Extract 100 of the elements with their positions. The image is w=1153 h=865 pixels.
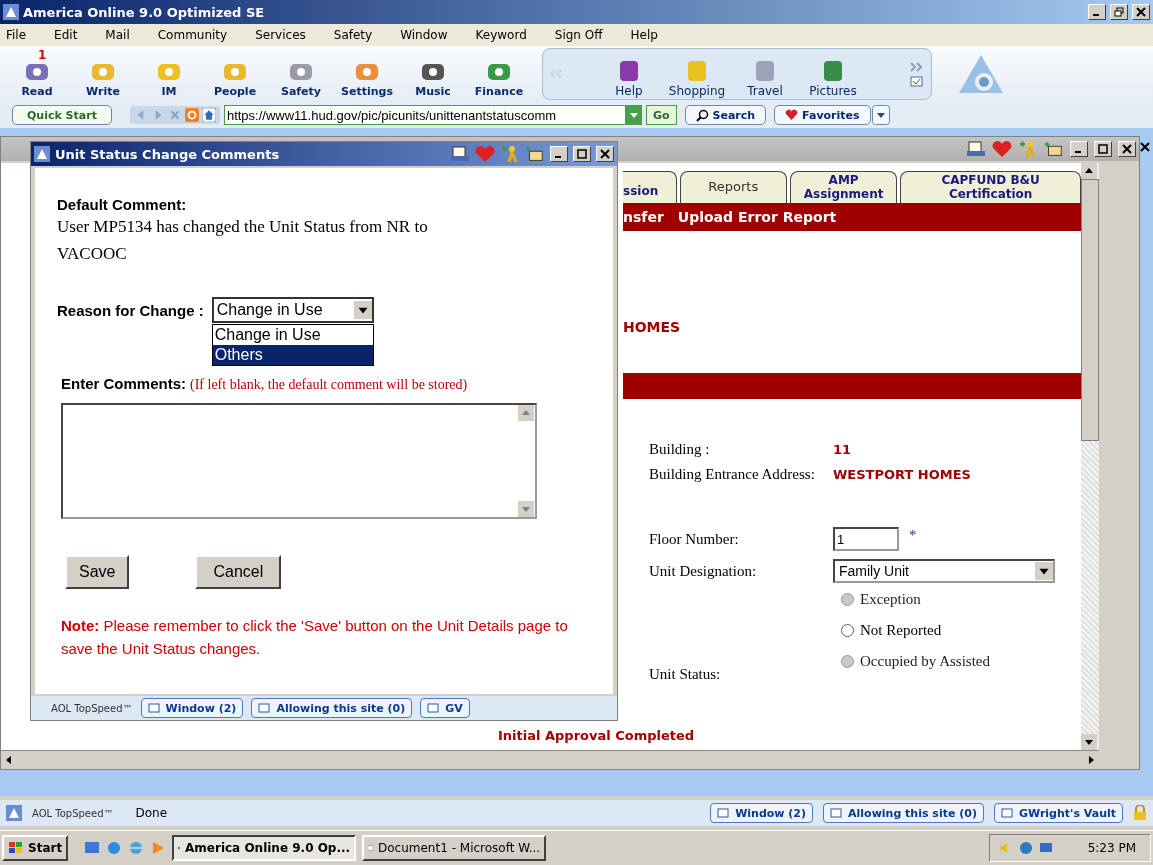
menu-item[interactable]: Safety xyxy=(331,26,385,44)
scroll-up-icon[interactable] xyxy=(1081,163,1097,179)
field-label: Unit Status: xyxy=(649,666,722,683)
restore-button[interactable] xyxy=(1110,4,1128,20)
field-label: Building : xyxy=(649,441,711,458)
add-note-icon[interactable] xyxy=(1044,140,1064,158)
comments-label: Enter Comments: xyxy=(61,375,187,393)
menu-item[interactable]: Edit xyxy=(52,26,90,44)
window-icon xyxy=(717,807,730,819)
toolbar-button[interactable]: Write xyxy=(70,48,136,100)
minimize-icon xyxy=(1093,14,1099,16)
required-mark: * xyxy=(909,527,917,544)
minimize-button[interactable] xyxy=(1088,4,1106,20)
close-icon[interactable] xyxy=(1139,141,1151,153)
dialog-title: Unit Status Change Comments xyxy=(55,146,280,162)
taskbar-button[interactable]: America Online 9.0 Op... xyxy=(172,835,357,861)
minimize-button[interactable] xyxy=(1070,141,1088,157)
clock: 5:23 PM xyxy=(1087,841,1136,855)
toolbar-button[interactable]: Travel xyxy=(733,48,797,100)
cancel-button[interactable]: Cancel xyxy=(195,555,282,590)
menu-item[interactable]: Community xyxy=(155,26,240,44)
menu-item[interactable]: Sign Off xyxy=(552,26,615,44)
menu-item[interactable]: Services xyxy=(253,26,318,44)
minimize-icon xyxy=(1075,151,1081,153)
close-button[interactable] xyxy=(1118,141,1136,157)
radio-option[interactable]: Not Reported xyxy=(841,622,990,639)
heart-icon xyxy=(785,109,799,121)
status-bar-button[interactable]: Allowing this site (0) xyxy=(251,698,413,718)
toolbar-button[interactable]: Help xyxy=(597,48,661,100)
tab[interactable]: ssion xyxy=(623,171,677,203)
vertical-scrollbar[interactable] xyxy=(1081,163,1099,750)
menu-item[interactable]: Mail xyxy=(103,26,142,44)
status-bar-button[interactable]: Window (2) xyxy=(140,698,244,718)
add-buddy-icon[interactable] xyxy=(1018,140,1038,158)
search-button[interactable]: Search xyxy=(684,105,767,125)
submenu-link[interactable]: nsfer xyxy=(623,209,664,225)
unit-designation-dropdown[interactable]: Family Unit xyxy=(833,559,1055,583)
taskbar-button[interactable]: Document1 - Microsoft W... xyxy=(362,835,547,861)
topspeed-label: AOL TopSpeed™ xyxy=(32,807,114,819)
field-label: Building Entrance Address: xyxy=(649,466,816,483)
maximize-button[interactable] xyxy=(1094,141,1112,157)
close-button[interactable] xyxy=(596,146,614,162)
scroll-down-icon[interactable] xyxy=(1081,734,1097,750)
status-bar-button[interactable]: Allowing this site (0) xyxy=(823,803,984,823)
printer-icon[interactable] xyxy=(450,145,470,163)
page-heading: HOMES xyxy=(623,319,682,337)
desktop-icon[interactable] xyxy=(84,840,101,856)
status-bar-button[interactable]: GV xyxy=(420,698,470,718)
scrollbar-thumb[interactable] xyxy=(1081,179,1099,441)
close-button[interactable] xyxy=(1132,4,1150,20)
note-text: Note: Please remember to click the 'Save' button on the Unit Details page to save the Unit Status changes. xyxy=(60,616,569,659)
heart-icon[interactable] xyxy=(992,140,1012,158)
dropdown-option[interactable]: Others xyxy=(212,345,373,366)
quick-start-button[interactable]: Quick Start xyxy=(12,105,112,125)
dropdown-option[interactable]: Change in Use xyxy=(212,325,373,346)
favorites-button[interactable]: Favorites xyxy=(774,105,871,125)
chevron-right-icon[interactable] xyxy=(909,60,925,88)
menu-item[interactable]: Help xyxy=(628,26,670,44)
toolbar-button[interactable]: Finance xyxy=(466,48,532,100)
start-button[interactable]: Start xyxy=(2,835,69,861)
status-bar-button[interactable]: GWright's Vault xyxy=(993,803,1123,823)
reason-dropdown[interactable]: Change in Use xyxy=(211,297,374,324)
default-comment-text: User MP5134 has changed the Unit Status from NR to VACOOC xyxy=(57,216,429,266)
submenu-link[interactable]: Upload Error Report xyxy=(677,209,837,225)
status-bar-button[interactable]: Window (2) xyxy=(710,803,814,823)
add-buddy-icon[interactable] xyxy=(500,145,520,163)
status-value: Initial Approval Completed xyxy=(498,728,695,743)
field-label: Unit Designation: xyxy=(649,562,758,580)
notification-count: 1 xyxy=(38,48,47,62)
menu-item[interactable]: File xyxy=(4,26,39,44)
go-button[interactable]: Go xyxy=(645,105,677,125)
menu-item[interactable]: Window xyxy=(398,26,460,44)
minimize-button[interactable] xyxy=(550,146,568,162)
toolbar-button[interactable]: 1 Read xyxy=(4,48,70,100)
floor-number-field[interactable]: 1 xyxy=(833,527,899,551)
menu-item[interactable]: Keyword xyxy=(473,26,539,44)
search-icon xyxy=(695,108,709,122)
save-button[interactable]: Save xyxy=(65,555,130,590)
toolbar-button[interactable]: People xyxy=(202,48,268,100)
topspeed-label: AOL TopSpeed™ xyxy=(51,702,133,714)
tab[interactable]: Reports xyxy=(679,171,787,203)
tab[interactable]: AMP Assignment xyxy=(789,171,898,203)
toolbar-button[interactable]: Music xyxy=(400,48,466,100)
address-field[interactable]: https://www11.hud.gov/pic/picunits/unittenantstatuscomm xyxy=(223,105,626,125)
home-icon[interactable] xyxy=(201,108,216,122)
add-note-icon[interactable] xyxy=(525,145,545,163)
default-comment-label: Default Comment: xyxy=(57,196,188,213)
toolbar-button[interactable]: Pictures xyxy=(801,48,865,100)
toolbar-button[interactable]: Safety xyxy=(268,48,334,100)
toolbar-button[interactable]: Settings xyxy=(334,48,400,100)
field-value: 11 xyxy=(833,442,852,457)
refresh-icon[interactable] xyxy=(184,108,199,122)
toolbar-button[interactable]: IM xyxy=(136,48,202,100)
minimize-icon xyxy=(555,156,561,158)
toolbar-button[interactable]: Shopping xyxy=(665,48,729,100)
maximize-button[interactable] xyxy=(573,146,591,162)
status-text: Done xyxy=(135,806,168,820)
lock-icon xyxy=(1133,805,1147,821)
printer-icon[interactable] xyxy=(966,140,986,158)
tab[interactable]: CAPFUND B&U Certification xyxy=(900,171,1081,203)
